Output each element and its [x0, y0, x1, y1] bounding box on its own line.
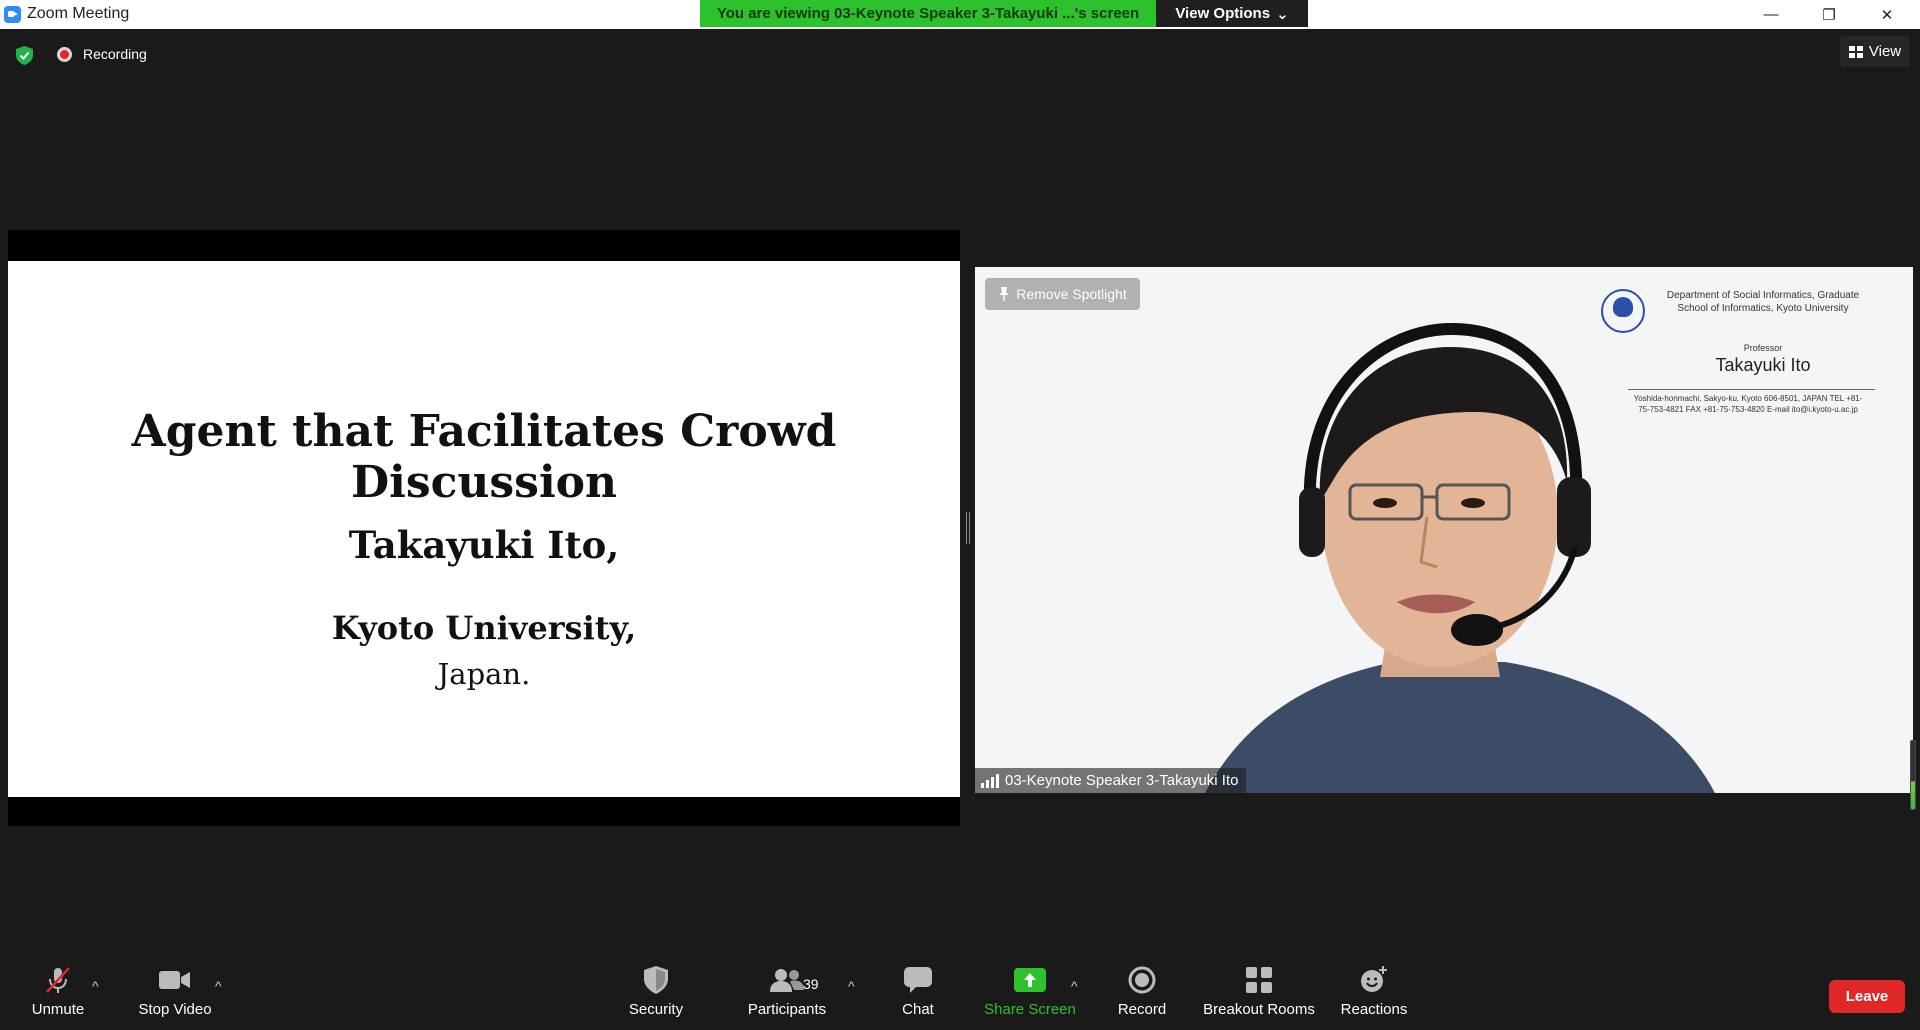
chat-bubble-icon: [901, 965, 935, 995]
leave-meeting-button[interactable]: Leave: [1829, 980, 1905, 1013]
reaction-smiley-icon: [1357, 965, 1391, 995]
slide-affiliation: Kyoto University,: [331, 609, 637, 647]
share-screen-arrow-icon: [1013, 965, 1047, 995]
recording-icon: [57, 47, 72, 62]
connection-signal-icon: [981, 773, 999, 788]
window-title: Zoom Meeting: [27, 5, 130, 22]
encryption-shield-icon[interactable]: [16, 46, 33, 65]
video-camera-icon: [158, 965, 192, 995]
view-options-button[interactable]: View Options ⌄: [1156, 0, 1308, 27]
share-screen-button[interactable]: Share Screen: [980, 965, 1080, 1025]
participants-button[interactable]: Participants: [742, 965, 832, 1025]
stop-video-button[interactable]: Stop Video: [130, 965, 220, 1025]
breakout-rooms-button[interactable]: Breakout Rooms: [1200, 965, 1318, 1025]
meeting-toolbar: [0, 955, 1920, 1030]
remove-spotlight-button[interactable]: Remove Spotlight: [985, 278, 1140, 310]
participants-count: 39: [803, 976, 819, 992]
close-button[interactable]: ✕: [1858, 0, 1916, 29]
remove-spotlight-label: Remove Spotlight: [1016, 286, 1127, 302]
chat-label: Chat: [902, 1001, 934, 1018]
unmute-button[interactable]: Unmute: [22, 965, 94, 1025]
breakout-rooms-label: Breakout Rooms: [1203, 1001, 1315, 1018]
slide-author: Takayuki Ito,: [348, 523, 620, 567]
split-view-handle[interactable]: [966, 512, 970, 544]
stop-video-label: Stop Video: [138, 1001, 212, 1018]
audio-options-caret[interactable]: ^: [92, 978, 99, 994]
audio-level-meter: [1910, 740, 1916, 810]
participants-icon: [770, 965, 804, 995]
record-label: Record: [1117, 1001, 1167, 1018]
grid-view-icon: [1848, 45, 1863, 58]
chevron-down-icon: ⌄: [1276, 5, 1289, 23]
view-button[interactable]: View: [1840, 36, 1910, 67]
slide-country: Japan.: [437, 657, 531, 691]
viewing-screen-banner: You are viewing 03-Keynote Speaker 3-Tak…: [700, 0, 1156, 27]
speaker-video-image: [1205, 322, 1715, 793]
chat-button[interactable]: Chat: [888, 965, 948, 1025]
restore-button[interactable]: ❐: [1800, 0, 1858, 29]
unmute-label: Unmute: [31, 1001, 85, 1018]
muted-microphone-icon: [41, 965, 75, 995]
minimize-button[interactable]: —: [1742, 0, 1800, 29]
reactions-button[interactable]: Reactions: [1335, 965, 1413, 1025]
view-options-label: View Options: [1175, 5, 1271, 22]
zoom-app-icon: [4, 6, 21, 23]
pin-icon: [999, 287, 1010, 301]
security-button[interactable]: Security: [620, 965, 692, 1025]
recording-label: Recording: [83, 46, 147, 62]
slide-title: Agent that Facilitates Crowd Discussion: [131, 406, 837, 508]
share-options-caret[interactable]: ^: [1071, 978, 1078, 994]
participants-options-caret[interactable]: ^: [848, 978, 855, 994]
security-shield-icon: [639, 965, 673, 995]
record-button[interactable]: Record: [1112, 965, 1172, 1025]
participant-name-tag: 03-Keynote Speaker 3-Takayuki Ito: [975, 768, 1247, 793]
speaker-video-tile: Department of Social Informatics, Gradua…: [975, 267, 1913, 793]
reactions-label: Reactions: [1340, 1001, 1408, 1018]
card-department: Department of Social Informatics, Gradua…: [1666, 290, 1860, 314]
view-button-label: View: [1868, 43, 1902, 60]
record-icon: [1125, 965, 1159, 995]
participants-label: Participants: [747, 1001, 827, 1018]
video-options-caret[interactable]: ^: [215, 978, 222, 994]
security-label: Security: [628, 1001, 684, 1018]
zoom-window: Zoom Meeting — ❐ ✕ You are viewing 03-Ke…: [0, 0, 1920, 1030]
presentation-slide: Agent that Facilitates Crowd Discussion …: [8, 261, 960, 797]
participant-name: 03-Keynote Speaker 3-Takayuki Ito: [1005, 772, 1239, 789]
breakout-rooms-grid-icon: [1242, 965, 1276, 995]
share-screen-label: Share Screen: [984, 1001, 1076, 1018]
